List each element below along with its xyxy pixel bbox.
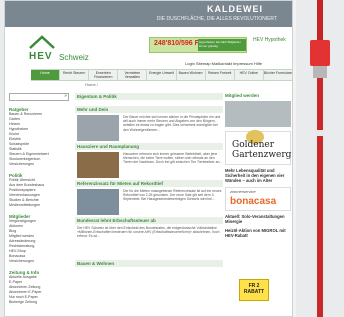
sidebar-item[interactable]: Medienmitteilungen <box>9 203 73 208</box>
article-teaser: Hausziere erfreuen sich immer grösserer … <box>123 152 223 165</box>
bonacasa-top: zimmerservice <box>230 189 256 194</box>
sidebar: » Ratgeber Bauen & Renovieren Garten Hei… <box>9 93 73 316</box>
article-title[interactable]: Hausziere und Raumplanung <box>75 143 223 150</box>
article-title[interactable]: Bundesrat lehnt Erbschaftssteuer ab <box>75 217 223 224</box>
breadcrumb[interactable]: Home / <box>85 82 98 87</box>
hypothek-ad[interactable]: 248'810/596 Fr. Hypotheken bei HEV Mitgl… <box>149 37 247 53</box>
browser-page: KALDEWEI DIE DUSCHFLÄCHE, DIE ALLES REVO… <box>4 0 296 317</box>
logo-text-main: HEV <box>29 51 53 62</box>
bonacasa-text[interactable]: Aktuell: Solo-Veranstaltungen Minergie <box>225 214 295 224</box>
article-teaser: Der für die Mieten massgebende Referenzi… <box>123 189 222 202</box>
search-icon[interactable]: » <box>64 93 67 99</box>
nav-recht[interactable]: Recht Steuern <box>60 70 90 80</box>
article-card[interactable]: Bundesrat lehnt Erbschaftssteuer ab Der … <box>75 217 223 257</box>
header-links[interactable]: Login Sitemap Mailkontakt Impressum Hilf… <box>185 61 262 66</box>
sidebar-item[interactable]: Versicherungen <box>9 259 73 264</box>
banner-brand: KALDEWEI <box>207 4 263 14</box>
member-photo[interactable] <box>225 101 291 127</box>
section-title: Eigentum & Politik <box>75 93 223 100</box>
article-title[interactable]: Referenzinsatz für Mieten auf Rekordtief <box>75 180 223 187</box>
ethernet-cable-icon <box>310 0 330 317</box>
goldener-text: Goldener Gartenzwerg <box>232 140 292 160</box>
main-nav: Home Recht Steuern Erwerben Finanzieren … <box>31 69 293 81</box>
rabatt-badge[interactable]: FR 2 RABATT <box>239 279 269 301</box>
article-photo[interactable] <box>77 189 119 215</box>
bonacasa-logo: bonacasa <box>230 196 277 207</box>
house-roof-icon <box>29 35 55 49</box>
goldener-gartenzwerg-ad[interactable]: Goldener Gartenzwerg <box>225 130 292 165</box>
right-column: Mitglied werden Goldener Gartenzwerg Meh… <box>225 93 295 316</box>
nav-buecher[interactable]: Bücher Formulare <box>264 70 293 80</box>
nav-energie[interactable]: Energie Umwelt <box>147 70 177 80</box>
site-header: HEV Schweiz 248'810/596 Fr. Hypotheken b… <box>5 27 295 69</box>
kaldewei-banner-ad[interactable]: KALDEWEI DIE DUSCHFLÄCHE, DIE ALLES REVO… <box>5 1 295 27</box>
article-photo[interactable] <box>77 152 119 178</box>
nav-home[interactable]: Home <box>31 70 61 80</box>
article-card[interactable]: Referenzinsatz für Mieten auf Rekordtief… <box>75 180 223 215</box>
logo-text-sub: Schweiz <box>59 53 89 62</box>
hev-hypothek-logo[interactable]: HEV Hypothek <box>253 37 293 51</box>
sidebar-item[interactable]: Bisherige Zeitung <box>9 300 73 305</box>
section-header: Eigentum & Politik <box>75 93 223 103</box>
nav-reisen[interactable]: Reisen Freizeit <box>206 70 235 80</box>
hev-logo[interactable]: HEV Schweiz <box>23 35 93 65</box>
goldener-text-body: Mehr Lebensqualität und Sicherheit in de… <box>225 168 285 183</box>
nav-erwerben[interactable]: Erwerben Finanzieren <box>89 70 119 80</box>
article-teaser: Der Bauer möchte sich immer stärker in d… <box>123 115 221 132</box>
sidebar-item[interactable]: Versicherungen <box>9 162 73 167</box>
section-title: Bauen & Wohnen <box>75 260 223 267</box>
ad-price: 248'810/596 Fr. <box>154 40 204 47</box>
article-title[interactable]: Mehr und Dein <box>75 106 223 113</box>
section-header: Bauen & Wohnen <box>75 260 223 270</box>
bonacasa-ad[interactable]: zimmerservice bonacasa <box>225 187 291 211</box>
article-teaser: Der HEV Schweiz ist über den Entscheid d… <box>77 226 220 239</box>
nav-bauen[interactable]: Bauen Wohnen <box>177 70 206 80</box>
ad-text: Hypotheken bei HEV Mitglieder immer güns… <box>198 39 246 51</box>
nav-hev-online[interactable]: HEV Online <box>235 70 264 80</box>
banner-slogan: DIE DUSCHFLÄCHE, DIE ALLES REVOLUTIONIER… <box>156 16 277 22</box>
migrol-text[interactable]: Heizöl-Aktion von MIGROL mit HEV-Rabatt <box>225 228 295 238</box>
article-photo[interactable] <box>77 115 119 141</box>
right-title[interactable]: Mitglied werden <box>225 93 295 98</box>
article-card[interactable]: Mehr und Dein Der Bauer möchte sich imme… <box>75 106 223 141</box>
article-card[interactable]: Hausziere und Raumplanung Hausziere erfr… <box>75 143 223 178</box>
main-content: Eigentum & Politik Mehr und Dein Der Bau… <box>75 93 223 316</box>
nav-vermieten[interactable]: Vermieten Verwalten <box>118 70 148 80</box>
search-input[interactable]: » <box>9 93 69 101</box>
